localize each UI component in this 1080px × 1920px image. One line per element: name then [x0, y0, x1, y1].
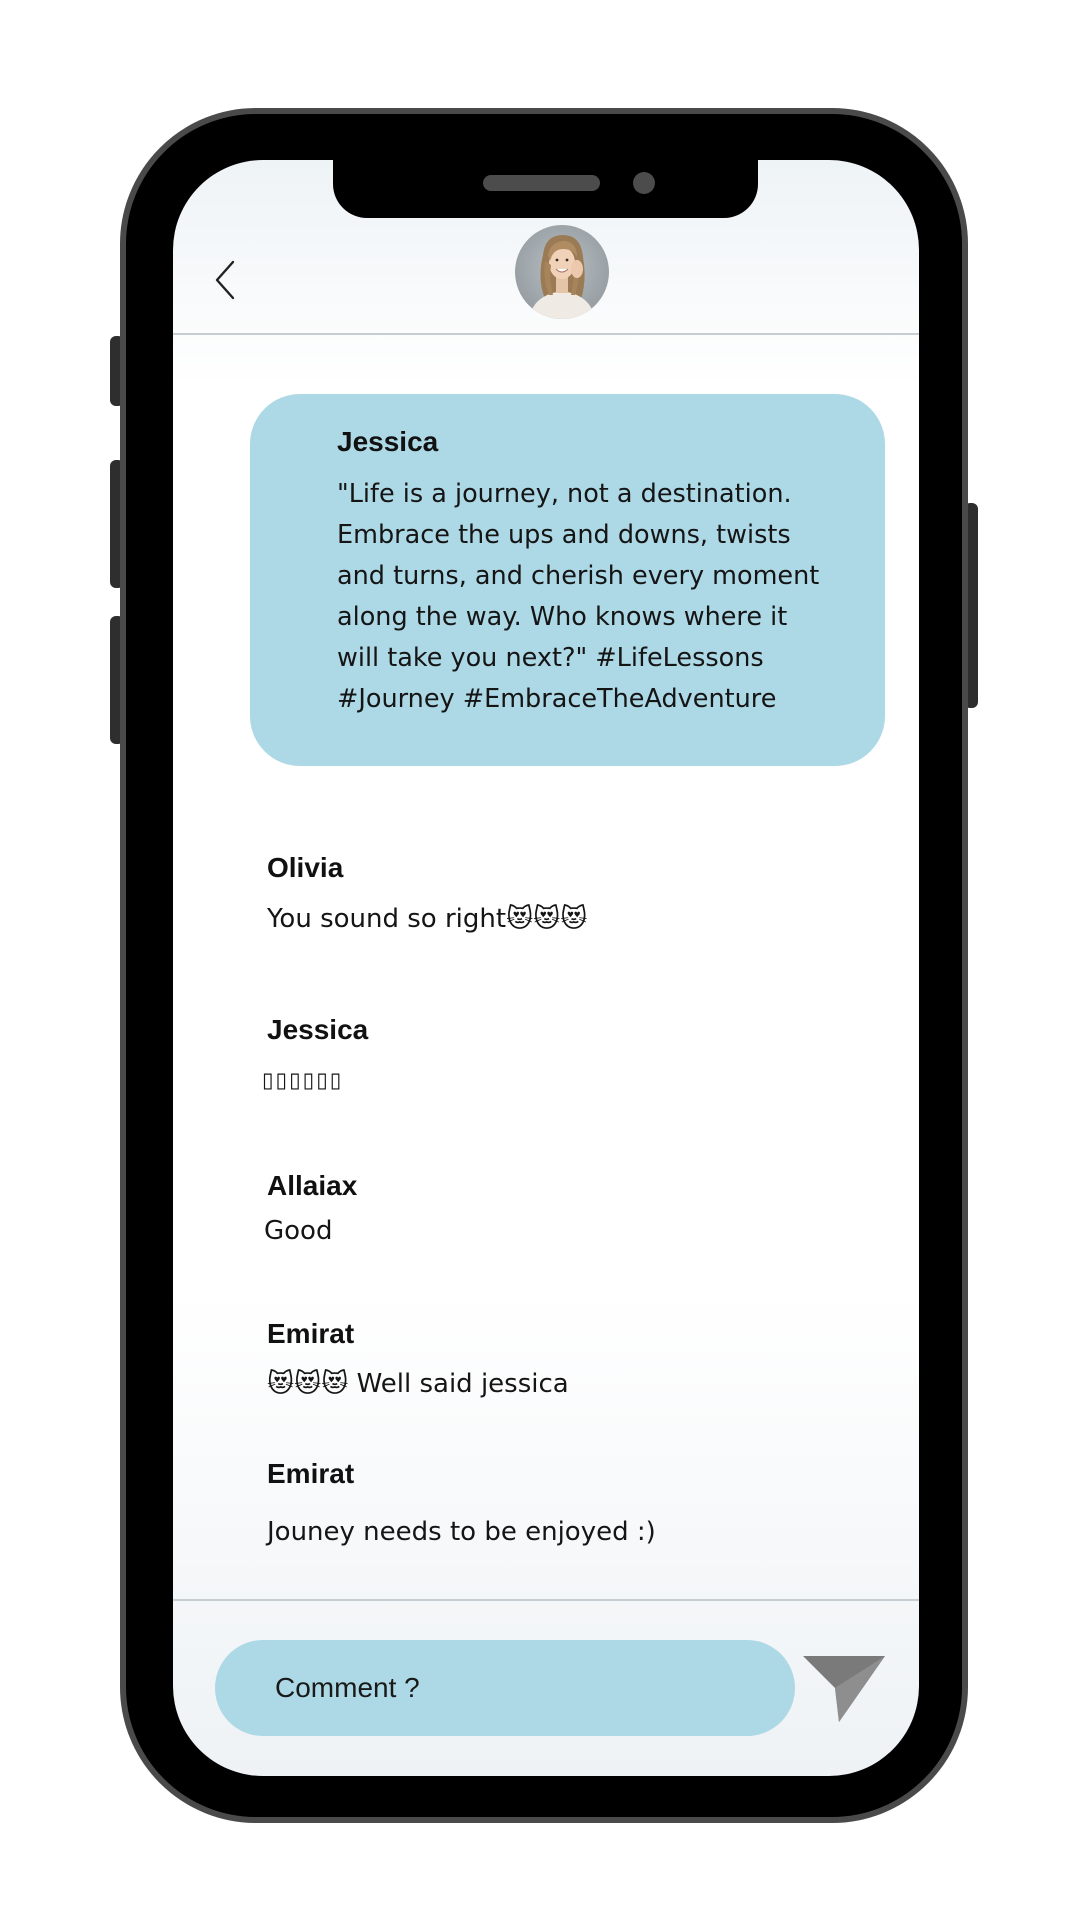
avatar[interactable] [515, 225, 609, 319]
comment-author[interactable]: Olivia [267, 852, 343, 884]
chat-header [173, 160, 919, 335]
comment-author[interactable]: Allaiax [267, 1170, 357, 1202]
chevron-left-icon [215, 260, 235, 300]
send-icon [803, 1656, 885, 1722]
comment-author[interactable]: Jessica [267, 1014, 368, 1046]
comment-text: ▯▯▯▯▯▯ [262, 1068, 344, 1092]
send-button[interactable] [801, 1648, 887, 1724]
comment-text: 😻😻😻 Well said jessica [267, 1369, 569, 1399]
comment-text: Good [264, 1216, 333, 1246]
post-author[interactable]: Jessica [337, 426, 438, 458]
post-bubble: Jessica "Life is a journey, not a destin… [250, 394, 885, 766]
comment-text: You sound so right😻😻😻 [267, 904, 588, 934]
phone-screen: Jessica "Life is a journey, not a destin… [173, 160, 919, 1776]
comment-text: Jouney needs to be enjoyed :) [267, 1517, 656, 1547]
comment-author[interactable]: Emirat [267, 1318, 354, 1350]
back-button[interactable] [209, 256, 243, 304]
comment-author[interactable]: Emirat [267, 1458, 354, 1490]
comment-input[interactable] [215, 1640, 795, 1736]
header-divider [173, 333, 919, 335]
composer-divider [173, 1599, 919, 1601]
stage: Jessica "Life is a journey, not a destin… [0, 0, 1080, 1920]
avatar-portrait [529, 235, 595, 319]
post-text: "Life is a journey, not a destination. E… [337, 479, 820, 714]
